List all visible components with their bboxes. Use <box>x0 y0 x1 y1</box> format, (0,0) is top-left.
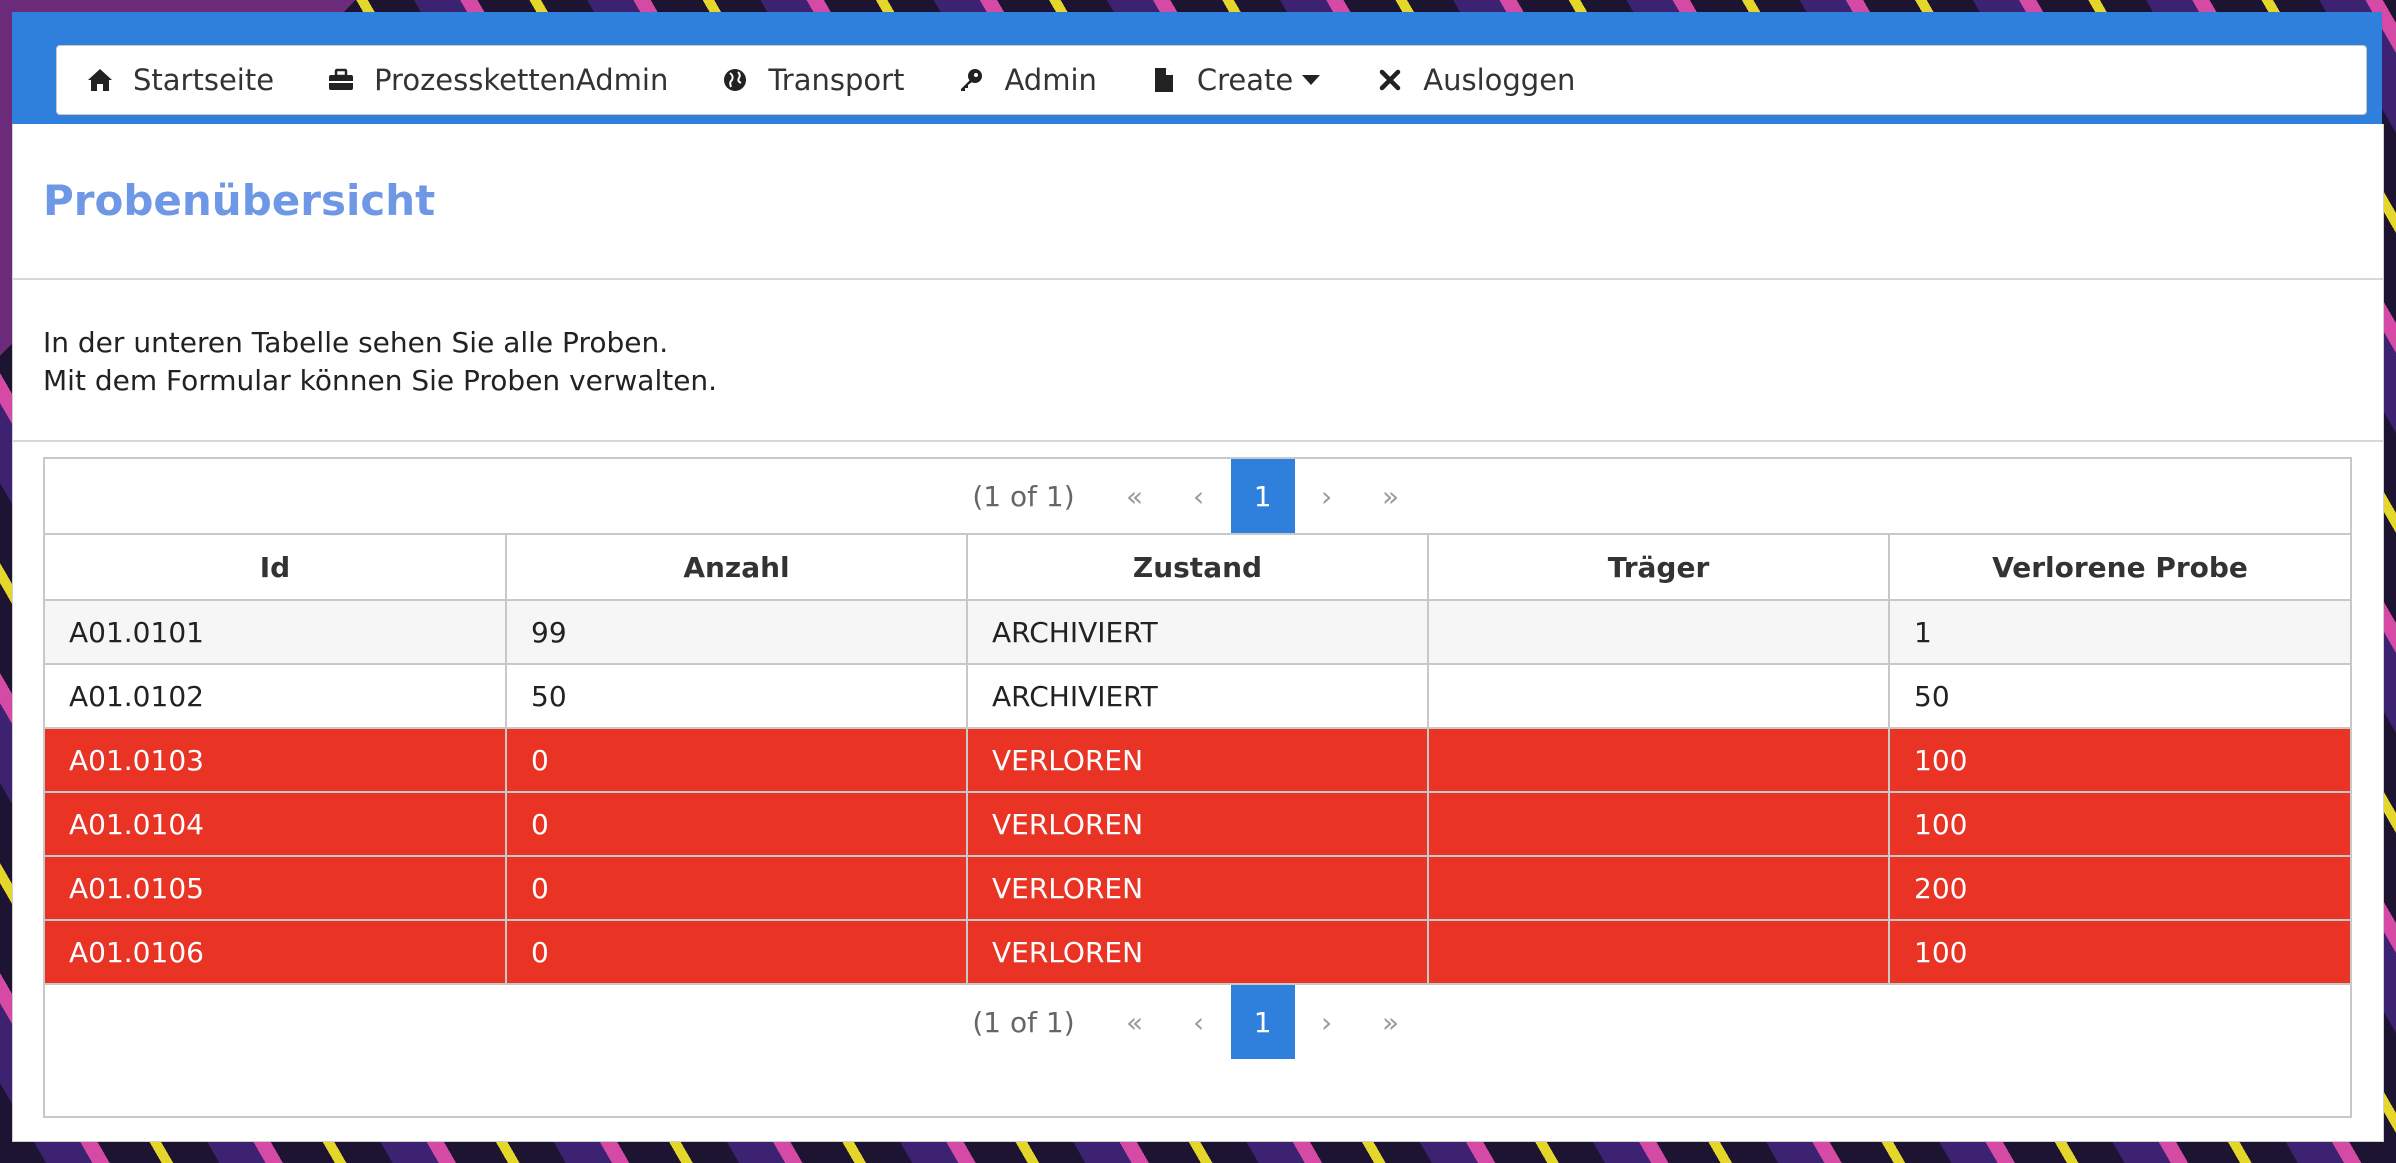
nav-admin[interactable]: Admin <box>930 46 1122 114</box>
top-bar: Startseite ProzesskettenAdmin Transport … <box>12 12 2382 124</box>
cell-id: A01.0105 <box>45 855 507 921</box>
table-row[interactable]: A01.0101 99 ARCHIVIERT 1 <box>45 599 2350 665</box>
nav-create-dropdown[interactable]: Create <box>1123 46 1349 114</box>
cell-traeger <box>1427 663 1890 729</box>
first-page-icon[interactable]: « <box>1103 459 1167 533</box>
cell-verlorene-probe: 100 <box>1888 791 2350 857</box>
table-row-lost[interactable]: A01.0105 0 VERLOREN 200 <box>45 855 2350 921</box>
paginator-bottom: (1 of 1) « ‹ 1 › » <box>45 985 2350 1059</box>
intro-line-1: In der unteren Tabelle sehen Sie alle Pr… <box>43 326 669 359</box>
cell-anzahl: 0 <box>505 855 968 921</box>
cell-verlorene-probe: 200 <box>1888 855 2350 921</box>
paginator-info: (1 of 1) <box>972 1005 1075 1039</box>
cell-id: A01.0102 <box>45 663 507 729</box>
cell-anzahl: 0 <box>505 727 968 793</box>
cell-zustand: VERLOREN <box>966 855 1429 921</box>
cell-zustand: VERLOREN <box>966 919 1429 985</box>
cell-zustand: ARCHIVIERT <box>966 599 1429 665</box>
nav-transport-label: Transport <box>768 63 905 97</box>
cell-anzahl: 99 <box>505 599 968 665</box>
cell-verlorene-probe: 50 <box>1888 663 2350 729</box>
nav-ausloggen-label: Ausloggen <box>1423 63 1576 97</box>
nav-prozesskettenadmin-label: ProzesskettenAdmin <box>374 63 669 97</box>
briefcase-icon <box>326 65 356 95</box>
key-icon <box>956 65 986 95</box>
cell-traeger <box>1427 599 1890 665</box>
cell-id: A01.0101 <box>45 599 507 665</box>
samples-table: Id Anzahl Zustand Träger Verlorene Probe… <box>45 533 2350 985</box>
cell-anzahl: 50 <box>505 663 968 729</box>
next-page-icon[interactable]: › <box>1295 985 1359 1059</box>
home-icon <box>85 65 115 95</box>
column-header-verlorene-probe[interactable]: Verlorene Probe <box>1888 533 2350 601</box>
table-header-row: Id Anzahl Zustand Träger Verlorene Probe <box>45 533 2350 601</box>
cell-traeger <box>1427 791 1890 857</box>
paginator-top: (1 of 1) « ‹ 1 › » <box>45 459 2350 533</box>
nav-transport[interactable]: Transport <box>694 46 930 114</box>
last-page-icon[interactable]: » <box>1359 985 1423 1059</box>
table-row-lost[interactable]: A01.0106 0 VERLOREN 100 <box>45 919 2350 985</box>
nav-startseite-label: Startseite <box>133 63 275 97</box>
divider <box>13 278 2383 280</box>
cell-anzahl: 0 <box>505 791 968 857</box>
column-header-traeger[interactable]: Träger <box>1427 533 1890 601</box>
first-page-icon[interactable]: « <box>1103 985 1167 1059</box>
nav-admin-label: Admin <box>1004 63 1097 97</box>
cell-anzahl: 0 <box>505 919 968 985</box>
nav-ausloggen[interactable]: Ausloggen <box>1349 46 1601 114</box>
cell-verlorene-probe: 100 <box>1888 919 2350 985</box>
intro-text: In der unteren Tabelle sehen Sie alle Pr… <box>43 324 717 400</box>
last-page-icon[interactable]: » <box>1359 459 1423 533</box>
cell-traeger <box>1427 919 1890 985</box>
caret-down-icon <box>1299 65 1323 95</box>
file-icon <box>1149 65 1179 95</box>
column-header-zustand[interactable]: Zustand <box>966 533 1429 601</box>
column-header-id[interactable]: Id <box>45 533 507 601</box>
nav-create-label: Create <box>1196 63 1294 97</box>
navbar: Startseite ProzesskettenAdmin Transport … <box>56 45 2367 115</box>
cell-id: A01.0106 <box>45 919 507 985</box>
cell-traeger <box>1427 855 1890 921</box>
column-header-anzahl[interactable]: Anzahl <box>505 533 968 601</box>
cell-id: A01.0104 <box>45 791 507 857</box>
table-row-lost[interactable]: A01.0104 0 VERLOREN 100 <box>45 791 2350 857</box>
cell-id: A01.0103 <box>45 727 507 793</box>
close-icon <box>1375 65 1405 95</box>
intro-line-2: Mit dem Formular können Sie Proben verwa… <box>43 364 718 397</box>
samples-datatable: (1 of 1) « ‹ 1 › » Id Anzahl Zustand Trä… <box>43 457 2352 1118</box>
cell-verlorene-probe: 1 <box>1888 599 2350 665</box>
globe-icon <box>720 65 750 95</box>
table-row-lost[interactable]: A01.0103 0 VERLOREN 100 <box>45 727 2350 793</box>
table-row[interactable]: A01.0102 50 ARCHIVIERT 50 <box>45 663 2350 729</box>
page-number-button[interactable]: 1 <box>1230 459 1295 533</box>
next-page-icon[interactable]: › <box>1295 459 1359 533</box>
cell-traeger <box>1427 727 1890 793</box>
prev-page-icon[interactable]: ‹ <box>1167 459 1231 533</box>
nav-startseite[interactable]: Startseite <box>57 46 300 114</box>
cell-zustand: VERLOREN <box>966 791 1429 857</box>
content-panel: Probenübersicht In der unteren Tabelle s… <box>12 124 2384 1142</box>
page-number-button[interactable]: 1 <box>1230 985 1295 1059</box>
divider <box>13 440 2383 442</box>
nav-prozesskettenadmin[interactable]: ProzesskettenAdmin <box>300 46 694 114</box>
cell-verlorene-probe: 100 <box>1888 727 2350 793</box>
prev-page-icon[interactable]: ‹ <box>1167 985 1231 1059</box>
page-title: Probenübersicht <box>43 176 436 225</box>
paginator-info: (1 of 1) <box>972 479 1075 513</box>
cell-zustand: ARCHIVIERT <box>966 663 1429 729</box>
cell-zustand: VERLOREN <box>966 727 1429 793</box>
